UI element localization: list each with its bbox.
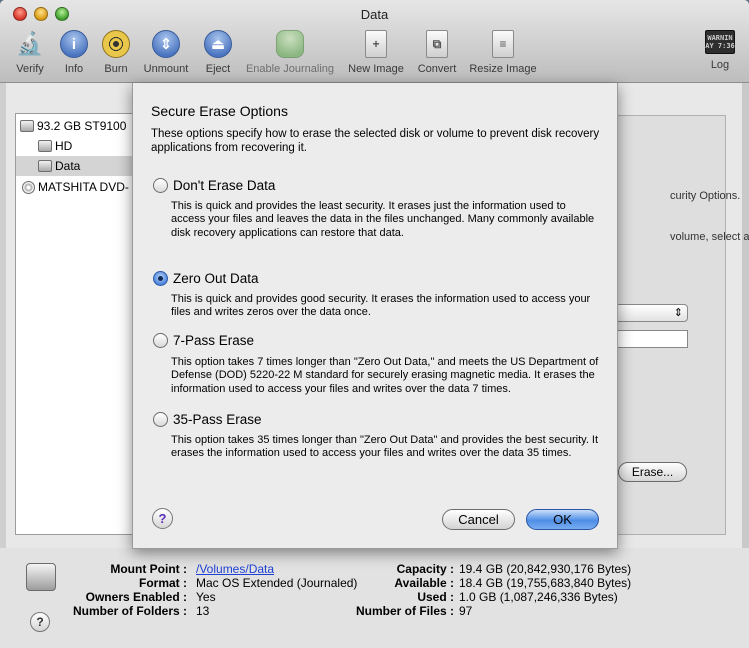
disk-list[interactable]: 93.2 GB ST9100 HD Data MATSHITA DVD- [15, 113, 134, 535]
info-button[interactable]: i Info [60, 30, 88, 75]
capacity-value: 19.4 GB (20,842,930,176 Bytes) [459, 562, 632, 576]
convert-label: Convert [417, 63, 457, 75]
volume-icon [26, 563, 56, 591]
disk-list-item-label: HD [55, 139, 73, 153]
option-35-pass-erase[interactable]: 35-Pass Erase [153, 412, 262, 427]
owners-enabled-value: Yes [196, 590, 216, 604]
available-value: 18.4 GB (19,755,683,840 Bytes) [459, 576, 632, 590]
info-icon: i [60, 30, 88, 58]
disk-list-item[interactable]: 93.2 GB ST9100 [16, 116, 134, 136]
option-dont-erase-data[interactable]: Don't Erase Data [153, 178, 275, 193]
resize-image-icon: ≡ [492, 30, 514, 58]
window-title: Data [360, 7, 389, 22]
disk-list-item[interactable]: HD [16, 136, 134, 156]
option-label: 7-Pass Erase [173, 333, 255, 348]
eject-button[interactable]: ⏏ Eject [203, 30, 233, 75]
enable-journaling-label: Enable Journaling [245, 63, 335, 75]
option-zero-out-data[interactable]: Zero Out Data [153, 271, 259, 286]
mount-point-label: Mount Point : [110, 562, 187, 576]
sheet-title: Secure Erase Options [151, 103, 288, 119]
mount-point-link[interactable]: /Volumes/Data [196, 562, 274, 576]
option-description: This is quick and provides the least sec… [171, 200, 595, 239]
title-bar: Data 🔬 Verify i Info Burn ⇕ Unmount ⏏ Ej… [0, 0, 749, 83]
new-image-button[interactable]: + New Image [346, 30, 406, 75]
sheet-intro-text: These options specify how to erase the s… [151, 128, 600, 154]
log-label: Log [710, 59, 730, 71]
disk-list-item-label: Data [55, 159, 81, 173]
info-label: Info [64, 63, 84, 75]
option-description: This option takes 35 times longer than "… [171, 434, 599, 460]
radio-button[interactable] [153, 178, 168, 193]
burn-button[interactable]: Burn [101, 30, 131, 75]
verify-button[interactable]: 🔬 Verify [14, 30, 46, 75]
option-description: This is quick and provides good security… [171, 293, 591, 319]
erase-button[interactable]: Erase... [618, 462, 687, 482]
log-icon: WARNIN AY 7:36 [705, 30, 735, 54]
eject-label: Eject [205, 63, 231, 75]
secure-erase-options-sheet: Secure Erase Options These options speci… [132, 83, 618, 549]
disk-list-item-label: MATSHITA DVD- [38, 180, 129, 194]
number-of-files-label: Number of Files : [355, 604, 454, 618]
eject-icon: ⏏ [204, 30, 232, 58]
number-of-folders-label: Number of Folders : [72, 604, 187, 618]
volume-icon [38, 140, 52, 152]
help-icon[interactable]: ? [152, 508, 173, 529]
format-label: Format : [139, 576, 187, 590]
option-label: Zero Out Data [173, 271, 259, 286]
left-edge [0, 83, 6, 548]
ok-button[interactable]: OK [526, 509, 599, 530]
owners-enabled-label: Owners Enabled : [85, 590, 187, 604]
volume-icon [38, 160, 52, 172]
option-label: 35-Pass Erase [173, 412, 262, 427]
unmount-label: Unmount [143, 63, 189, 75]
optical-disc-icon [22, 180, 35, 194]
new-image-label: New Image [348, 63, 404, 75]
help-icon[interactable]: ? [30, 612, 50, 632]
format-value: Mac OS Extended (Journaled) [196, 576, 358, 590]
option-label: Don't Erase Data [173, 178, 276, 193]
convert-button[interactable]: ⧉ Convert [414, 30, 460, 75]
number-of-files-value: 97 [459, 604, 473, 618]
resize-image-label: Resize Image [469, 63, 537, 75]
journaling-icon [276, 30, 304, 58]
new-image-icon: + [365, 30, 387, 58]
convert-icon: ⧉ [426, 30, 448, 58]
used-value: 1.0 GB (1,087,246,336 Bytes) [459, 590, 618, 604]
panel-help-text: curity Options. [670, 190, 741, 202]
unmount-button[interactable]: ⇕ Unmount [140, 30, 192, 75]
panel-help-text: volume, select a [670, 231, 749, 243]
unmount-icon: ⇕ [152, 30, 180, 58]
log-button[interactable]: WARNIN AY 7:36 Log [704, 30, 736, 71]
burn-label: Burn [104, 63, 128, 75]
number-of-folders-value: 13 [196, 604, 210, 618]
verify-label: Verify [16, 63, 44, 75]
radio-button[interactable] [153, 333, 168, 348]
available-label: Available : [394, 576, 454, 590]
disk-list-item[interactable]: MATSHITA DVD- [16, 177, 134, 197]
disk-list-item-label: 93.2 GB ST9100 [37, 119, 127, 133]
hard-disk-icon [20, 120, 34, 132]
cancel-button[interactable]: Cancel [442, 509, 515, 530]
disk-list-item[interactable]: Data [16, 156, 134, 176]
option-description: This option takes 7 times longer than "Z… [171, 356, 599, 395]
disk-utility-window: Data 🔬 Verify i Info Burn ⇕ Unmount ⏏ Ej… [0, 0, 749, 648]
resize-image-button[interactable]: ≡ Resize Image [467, 30, 539, 75]
radio-button-selected[interactable] [153, 271, 168, 286]
used-label: Used : [417, 590, 454, 604]
radio-button[interactable] [153, 412, 168, 427]
capacity-label: Capacity : [396, 562, 454, 576]
microscope-icon: 🔬 [16, 31, 44, 56]
option-7-pass-erase[interactable]: 7-Pass Erase [153, 333, 254, 348]
enable-journaling-button[interactable]: Enable Journaling [243, 30, 337, 75]
burn-icon [102, 30, 130, 58]
